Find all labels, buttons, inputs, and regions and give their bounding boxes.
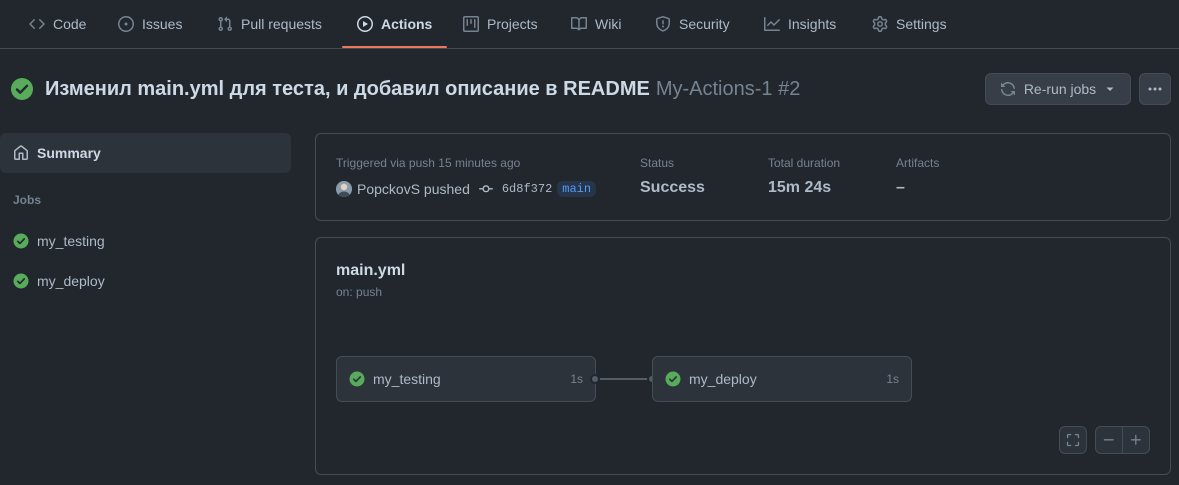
status-label: Status — [640, 156, 675, 170]
status-value: Success — [640, 179, 705, 196]
check-circle-icon — [11, 78, 33, 100]
duration-label: Total duration — [768, 156, 841, 170]
zoom-out-button[interactable] — [1095, 426, 1123, 454]
sidebar-item-job[interactable]: my_deploy — [13, 271, 105, 291]
run-title-row: Изменил main.yml для теста, и добавил оп… — [10, 77, 800, 101]
rerun-jobs-label: Re-run jobs — [1023, 81, 1097, 97]
graph-job-label: my_deploy — [689, 371, 757, 387]
sidebar-item-summary[interactable]: Summary — [0, 133, 291, 173]
caret-down-icon — [1106, 87, 1114, 91]
tab-wiki[interactable]: Wiki — [571, 0, 621, 48]
screen-full-icon — [1066, 433, 1080, 447]
tab-actions-label: Actions — [381, 16, 433, 32]
tab-wiki-label: Wiki — [595, 16, 622, 32]
play-icon — [357, 16, 373, 32]
sidebar-job-label: my_testing — [37, 233, 105, 249]
tab-settings[interactable]: Settings — [872, 0, 947, 48]
fullscreen-button[interactable] — [1059, 426, 1087, 454]
tab-issues-label: Issues — [142, 16, 183, 32]
avatar[interactable] — [336, 181, 352, 197]
sidebar-jobs-heading: Jobs — [13, 193, 42, 207]
tab-pull-requests-label: Pull requests — [241, 16, 322, 32]
sidebar-item-summary-label: Summary — [37, 145, 101, 161]
graph-job-duration: 1s — [570, 372, 583, 386]
check-circle-icon — [349, 371, 365, 387]
sync-icon — [1000, 82, 1015, 96]
workflow-graph-card: main.yml on: push my_testing 1s my_deplo… — [315, 237, 1171, 475]
pull-request-icon — [218, 16, 233, 32]
git-commit-icon — [478, 185, 493, 193]
triggered-label: Triggered via push 15 minutes ago — [336, 156, 521, 170]
project-icon — [463, 16, 479, 32]
graph-job-node[interactable]: my_testing 1s — [336, 356, 596, 402]
tab-security[interactable]: Security — [655, 0, 730, 48]
check-circle-icon — [13, 273, 29, 289]
book-icon — [571, 16, 587, 31]
commit-sha-link[interactable]: 6d8f372 — [502, 182, 552, 196]
sidebar-item-job[interactable]: my_testing — [13, 231, 105, 251]
trigger-info: PopckovS pushed 6d8f372 main — [336, 179, 597, 199]
tab-code-label: Code — [53, 16, 87, 32]
gear-icon — [872, 16, 888, 32]
graph-job-label: my_testing — [373, 371, 441, 387]
active-tab-indicator — [342, 46, 447, 48]
duration-value: 15m 24s — [768, 179, 832, 196]
actor-text[interactable]: PopckovS pushed — [357, 181, 470, 197]
home-icon — [14, 145, 28, 160]
artifacts-value: – — [896, 179, 905, 196]
artifacts-label: Artifacts — [896, 156, 940, 170]
check-circle-icon — [13, 233, 29, 249]
sidebar-job-label: my_deploy — [37, 273, 105, 289]
dash-icon — [1103, 439, 1114, 441]
rerun-jobs-button[interactable]: Re-run jobs — [985, 73, 1131, 105]
run-summary-card: Triggered via push 15 minutes ago Popcko… — [315, 133, 1171, 221]
tab-issues[interactable]: Issues — [118, 0, 182, 48]
zoom-in-button[interactable] — [1122, 426, 1150, 454]
graph-job-node[interactable]: my_deploy 1s — [652, 356, 912, 402]
run-title: Изменил main.yml для теста, и добавил оп… — [45, 77, 650, 100]
graph-out-port — [590, 374, 600, 384]
workflow-file-name[interactable]: main.yml — [336, 262, 405, 280]
branch-label[interactable]: main — [557, 181, 597, 197]
issue-icon — [118, 16, 134, 32]
graph-job-duration: 1s — [886, 372, 899, 386]
tab-pull-requests[interactable]: Pull requests — [217, 0, 322, 48]
plus-icon — [1130, 434, 1141, 445]
check-circle-icon — [665, 371, 681, 387]
code-icon — [29, 18, 45, 30]
tab-projects-label: Projects — [487, 16, 538, 32]
shield-icon — [656, 16, 670, 32]
kebab-horizontal-icon — [1148, 87, 1162, 91]
tab-settings-label: Settings — [896, 16, 947, 32]
workflow-trigger: on: push — [336, 285, 383, 299]
graph-edge — [600, 378, 648, 380]
tab-projects[interactable]: Projects — [463, 0, 538, 48]
tab-security-label: Security — [679, 16, 730, 32]
repo-nav: Code Issues Pull requests Actions Projec… — [0, 0, 1179, 49]
tab-actions[interactable]: Actions — [357, 0, 432, 48]
tab-code[interactable]: Code — [29, 0, 86, 48]
workflow-run-label[interactable]: My-Actions-1 #2 — [656, 78, 801, 101]
tab-insights[interactable]: Insights — [764, 0, 836, 48]
graph-icon — [764, 17, 780, 31]
tab-insights-label: Insights — [788, 16, 837, 32]
more-options-button[interactable] — [1139, 73, 1171, 105]
